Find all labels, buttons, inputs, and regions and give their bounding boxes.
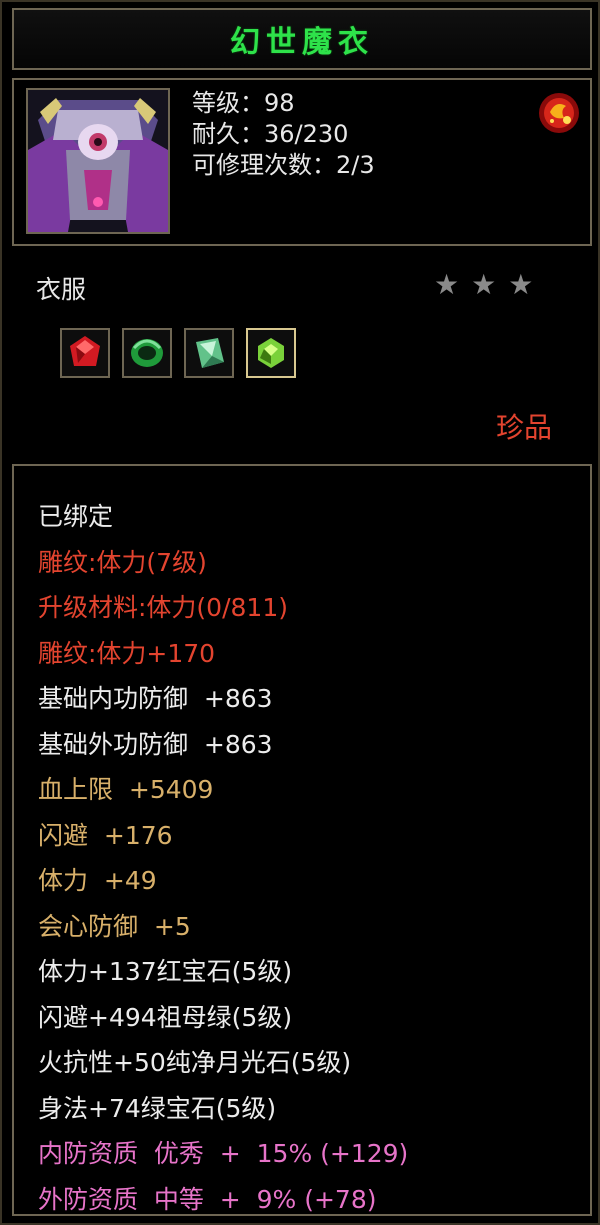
detail-line-gem-emerald: 闪避+494祖母绿(5级) <box>38 1002 293 1032</box>
detail-line-inner-aptitude: 内防资质 优秀 + 15% (+129) <box>38 1139 409 1168</box>
item-category: 衣服 <box>36 275 87 304</box>
level-stat: 等级：98 <box>192 89 295 117</box>
detail-line-carving-bonus: 雕纹:体力+170 <box>38 638 216 668</box>
detail-line-base-inner-defense: 基础内功防御 +863 <box>38 684 273 713</box>
star-rating: ★ ★ ★ <box>434 270 533 300</box>
socket-ruby[interactable] <box>60 328 110 378</box>
ruby-gem-icon <box>70 336 100 366</box>
star-icon: ★ <box>508 268 534 301</box>
socket-moonstone[interactable] <box>184 328 234 378</box>
rarity-label: 珍品 <box>495 411 552 444</box>
star-icon: ★ <box>471 268 497 301</box>
item-stats: 等级：98 耐久：36/230 可修理次数：2/3 <box>192 88 375 181</box>
moonstone-gem-icon <box>196 338 224 368</box>
repair-count-stat: 可修理次数：2/3 <box>192 151 375 179</box>
detail-line-gem-moonstone: 火抗性+50纯净月光石(5级) <box>38 1048 352 1077</box>
detail-line-bound: 已绑定 <box>38 502 114 531</box>
armor-icon[interactable] <box>26 88 170 234</box>
item-tooltip: 幻世魔衣 等级：98 耐久：36/230 可修理次数：2/3 衣服 ★ ★ ★ … <box>0 0 600 1225</box>
title-bar: 幻世魔衣 <box>12 8 592 70</box>
item-name: 幻世魔衣 <box>230 25 374 60</box>
star-icon: ★ <box>434 268 460 301</box>
detail-line-stamina: 体力 +49 <box>38 866 157 895</box>
detail-line-base-outer-defense: 基础外功防御 +863 <box>38 729 273 759</box>
socket-emerald[interactable] <box>122 328 172 378</box>
socket-green-gem[interactable] <box>246 328 296 378</box>
detail-line-max-hp: 血上限 +5409 <box>38 775 214 804</box>
detail-line-gem-ruby: 体力+137红宝石(5级) <box>38 957 293 986</box>
gem-badge-icon <box>536 90 582 136</box>
detail-line-crit-defense: 会心防御 +5 <box>38 911 191 941</box>
durability-stat: 耐久：36/230 <box>192 120 349 148</box>
detail-line-dodge: 闪避 +176 <box>38 820 173 850</box>
item-info-panel: 等级：98 耐久：36/230 可修理次数：2/3 <box>12 78 592 246</box>
detail-line-gem-green: 身法+74绿宝石(5级) <box>38 1093 277 1123</box>
gem-sockets <box>60 328 296 378</box>
green-gem-icon <box>258 338 284 368</box>
detail-line-carving: 雕纹:体力(7级) <box>38 547 207 577</box>
emerald-gem-icon <box>131 339 163 367</box>
detail-line-outer-aptitude: 外防资质 中等 + 9% (+78) <box>38 1184 377 1214</box>
detail-line-upgrade-material: 升级材料:体力(0/811) <box>38 593 288 622</box>
item-details-panel: 已绑定 雕纹:体力(7级) 升级材料:体力(0/811) 雕纹:体力+170 基… <box>12 464 592 1216</box>
